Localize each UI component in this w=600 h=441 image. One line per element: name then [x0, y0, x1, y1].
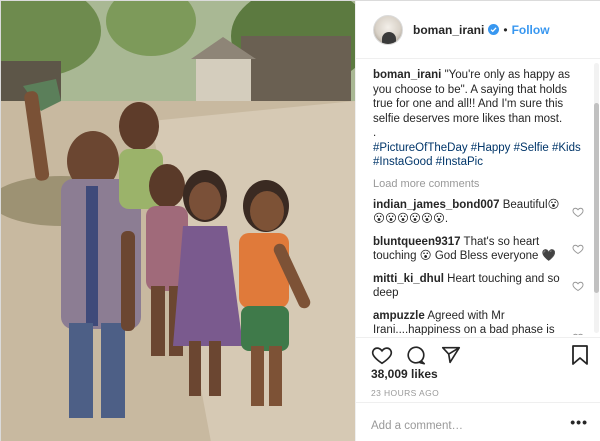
caption-dot: .: [373, 127, 377, 139]
comment-like-heart-icon[interactable]: [572, 280, 584, 292]
post-side-panel: boman_irani • Follow boman_irani "You're…: [355, 1, 600, 441]
comment-like-heart-icon[interactable]: [572, 332, 584, 336]
caption: boman_irani "You're only as happy as you…: [373, 68, 588, 126]
heart-icon[interactable]: [371, 344, 393, 366]
follow-button[interactable]: Follow: [512, 23, 550, 37]
bookmark-icon[interactable]: [570, 344, 590, 366]
header-username[interactable]: boman_irani: [413, 23, 484, 37]
share-arrow-icon[interactable]: [440, 344, 462, 366]
post-header: boman_irani • Follow: [356, 1, 600, 59]
selfie-kids-photo: [1, 1, 355, 441]
hashtags[interactable]: #PictureOfTheDay #Happy #Selfie #Kids #I…: [373, 141, 588, 170]
comment-like-heart-icon[interactable]: [572, 206, 584, 218]
comment-item: indian_james_bond007 Beautiful😮😮😮😮😮😮😮.: [373, 198, 588, 227]
comment-item: bluntqueen9317 That's so heart touching …: [373, 235, 588, 264]
caption-username[interactable]: boman_irani: [373, 69, 441, 81]
post-timestamp[interactable]: 23 HOURS AGO: [371, 388, 439, 398]
comment-username[interactable]: indian_james_bond007: [373, 199, 500, 211]
comment-like-heart-icon[interactable]: [572, 243, 584, 255]
comment-bubble-icon[interactable]: [405, 344, 427, 366]
comment-item: mitti_ki_dhul Heart touching and so deep: [373, 272, 588, 301]
post-photo[interactable]: [1, 1, 355, 441]
comment-item: ampuzzle Agreed with Mr Irani....happine…: [373, 309, 588, 336]
likes-count[interactable]: 38,009 likes: [371, 367, 438, 381]
more-options-button[interactable]: •••: [570, 414, 588, 430]
comment-username[interactable]: mitti_ki_dhul: [373, 273, 444, 285]
add-comment-bar: •••: [356, 402, 600, 441]
verified-badge-icon: [488, 24, 500, 35]
comment-username[interactable]: ampuzzle: [373, 310, 425, 322]
header-separator: •: [503, 22, 508, 37]
scrollbar-thumb[interactable]: [594, 103, 599, 293]
post-window: boman_irani • Follow boman_irani "You're…: [0, 0, 600, 441]
load-more-comments-link[interactable]: Load more comments: [373, 178, 588, 190]
action-bar: [356, 337, 600, 371]
comments-scrollbar[interactable]: [594, 63, 599, 333]
avatar[interactable]: [373, 14, 403, 45]
add-comment-input[interactable]: [371, 420, 561, 432]
comment-username[interactable]: bluntqueen9317: [373, 236, 461, 248]
comments-section[interactable]: boman_irani "You're only as happy as you…: [356, 60, 600, 335]
